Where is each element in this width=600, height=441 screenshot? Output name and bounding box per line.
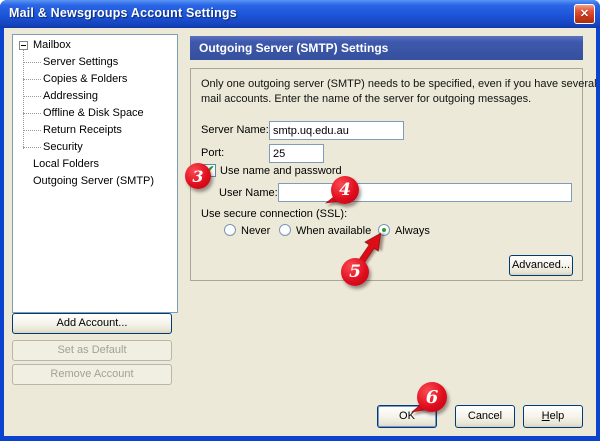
panel-header: Outgoing Server (SMTP) Settings [190, 36, 583, 60]
user-name-input[interactable] [278, 183, 572, 202]
ssl-radio-always-label: Always [395, 225, 430, 237]
remove-account-button[interactable]: Remove Account [12, 364, 172, 385]
step4-badge: 4 [331, 176, 359, 204]
dialog-window: Mail & Newsgroups Account Settings ✕ Mai… [0, 0, 600, 441]
ssl-label: Use secure connection (SSL): [201, 208, 347, 220]
server-name-input[interactable] [269, 121, 404, 140]
advanced-button[interactable]: Advanced... [509, 255, 573, 276]
step5-badge: 5 [341, 258, 369, 286]
server-name-label: Server Name: [201, 124, 269, 136]
tree-item-copies-folders[interactable]: Copies & Folders [13, 71, 177, 88]
tree-item-server-settings[interactable]: Server Settings [13, 54, 177, 71]
smtp-settings-group: Only one outgoing server (SMTP) needs to… [190, 68, 583, 281]
account-tree: Mailbox Server Settings Copies & Folders… [12, 34, 178, 313]
ssl-radio-always[interactable] [378, 224, 390, 236]
cancel-button[interactable]: Cancel [455, 405, 515, 428]
help-button[interactable]: Help [523, 405, 583, 428]
ssl-radio-never-label: Never [241, 225, 270, 237]
tree-item-return-receipts[interactable]: Return Receipts [13, 122, 177, 139]
description-line1: Only one outgoing server (SMTP) needs to… [201, 77, 597, 92]
description-line2: mail accounts. Enter the name of the ser… [201, 92, 531, 107]
port-input[interactable] [269, 144, 324, 163]
step6-badge: 6 [417, 382, 447, 412]
dialog-client-area: Mailbox Server Settings Copies & Folders… [4, 28, 596, 436]
tree-item-offline-disk-space[interactable]: Offline & Disk Space [13, 105, 177, 122]
ssl-radio-when-available[interactable] [279, 224, 291, 236]
tree-item-local-folders[interactable]: Local Folders [13, 156, 177, 173]
ssl-radio-when-available-label: When available [296, 225, 371, 237]
add-account-button[interactable]: Add Account... [12, 313, 172, 334]
help-button-label: Help [524, 406, 582, 427]
ssl-radio-never[interactable] [224, 224, 236, 236]
port-label: Port: [201, 147, 224, 159]
use-name-password-label: Use name and password [220, 165, 342, 177]
user-name-label: User Name: [219, 187, 278, 199]
title-bar: Mail & Newsgroups Account Settings ✕ [0, 0, 600, 28]
tree-item-outgoing-server[interactable]: Outgoing Server (SMTP) [13, 173, 177, 190]
close-icon[interactable]: ✕ [574, 4, 595, 24]
window-title: Mail & Newsgroups Account Settings [9, 0, 237, 27]
tree-item-addressing[interactable]: Addressing [13, 88, 177, 105]
set-as-default-button[interactable]: Set as Default [12, 340, 172, 361]
step3-badge: 3 [185, 163, 211, 189]
tree-item-mailbox[interactable]: Mailbox [13, 37, 177, 54]
tree-item-security[interactable]: Security [13, 139, 177, 156]
